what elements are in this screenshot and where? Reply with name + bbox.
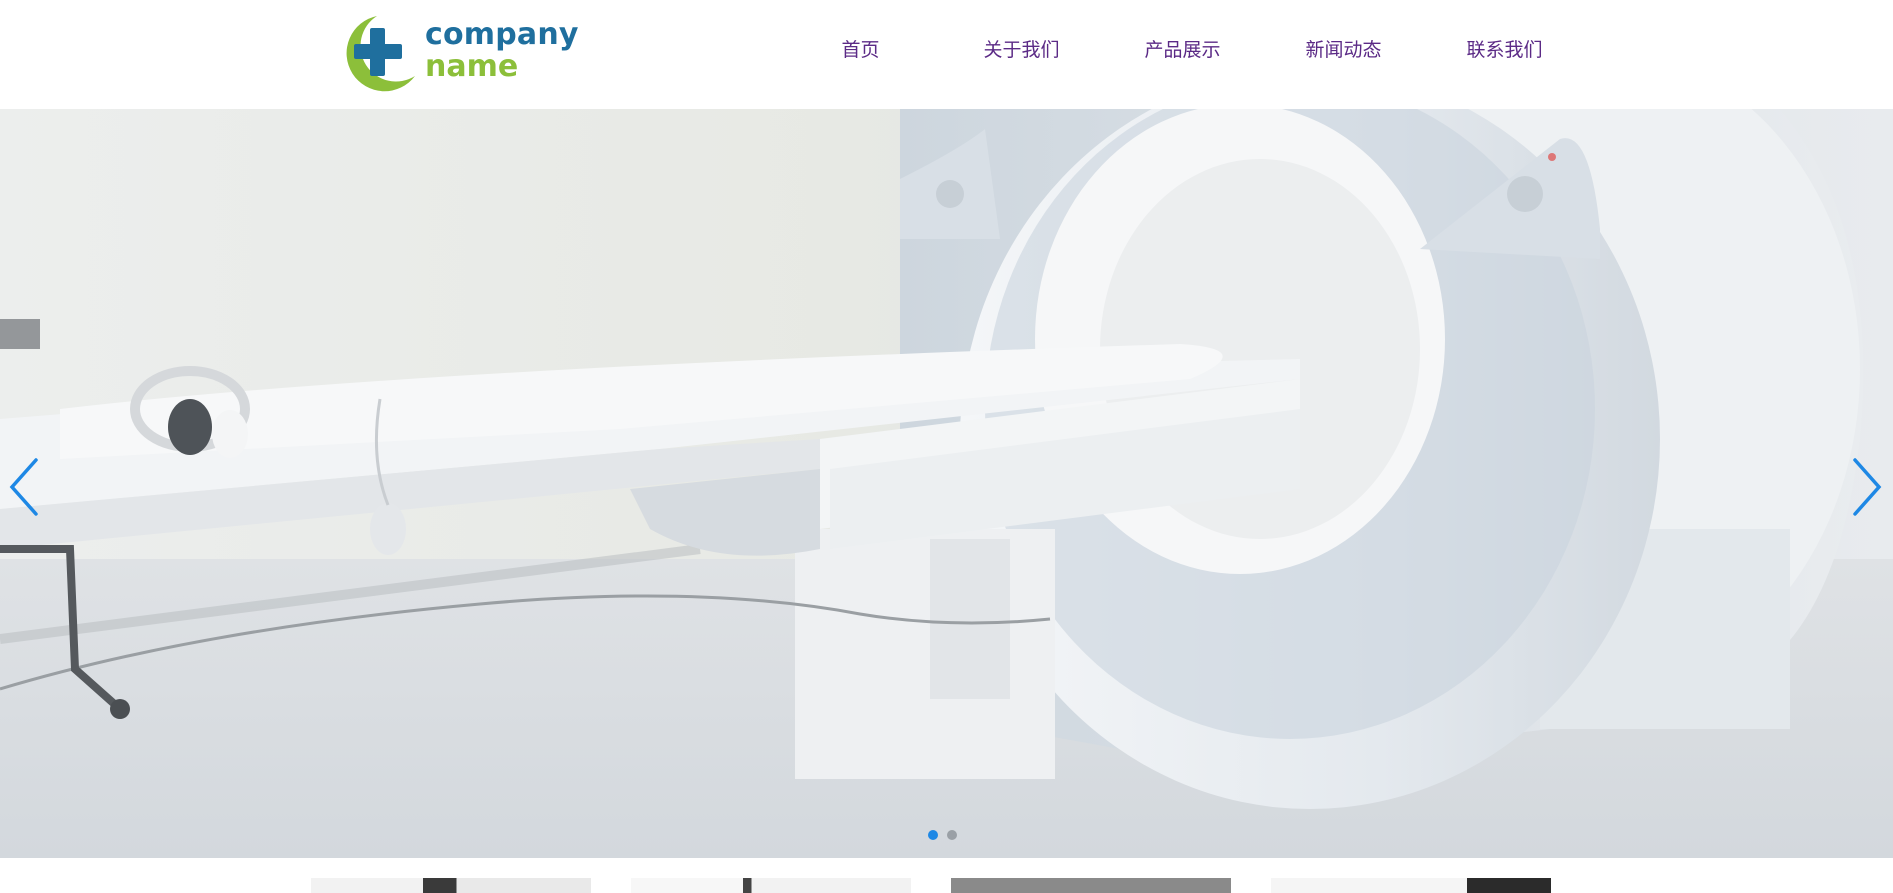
product-thumbnail[interactable] — [951, 878, 1231, 893]
hero-slider — [0, 109, 1893, 858]
site-header: company name 首页 关于我们 产品展示 新闻动态 联系我们 — [0, 0, 1893, 109]
mri-scanner-banner-image — [0, 109, 1893, 858]
logo-text: company name — [425, 20, 579, 82]
nav-item-products[interactable]: 产品展示 — [1102, 33, 1263, 67]
slider-next-button[interactable] — [1845, 454, 1887, 520]
chevron-left-icon — [9, 458, 38, 516]
nav-item-news[interactable]: 新闻动态 — [1263, 33, 1424, 67]
slider-dot-2[interactable] — [947, 830, 957, 840]
company-logo[interactable]: company name — [335, 10, 578, 94]
logo-name-text: name — [425, 49, 519, 84]
nav-item-home[interactable]: 首页 — [780, 33, 941, 67]
logo-company-text: company — [425, 17, 579, 52]
product-thumbnails — [0, 858, 1893, 893]
nav-item-contact[interactable]: 联系我们 — [1424, 33, 1585, 67]
slider-prev-button[interactable] — [4, 454, 46, 520]
slider-dot-1[interactable] — [928, 830, 938, 840]
main-nav: 首页 关于我们 产品展示 新闻动态 联系我们 — [780, 33, 1585, 67]
slider-pagination — [928, 830, 957, 840]
medical-cross-logo-icon — [346, 16, 415, 92]
product-thumbnail[interactable] — [311, 878, 591, 893]
product-thumbnail[interactable] — [1271, 878, 1551, 893]
product-thumbnail[interactable] — [631, 878, 911, 893]
nav-item-about[interactable]: 关于我们 — [941, 33, 1102, 67]
chevron-right-icon — [1853, 458, 1882, 516]
